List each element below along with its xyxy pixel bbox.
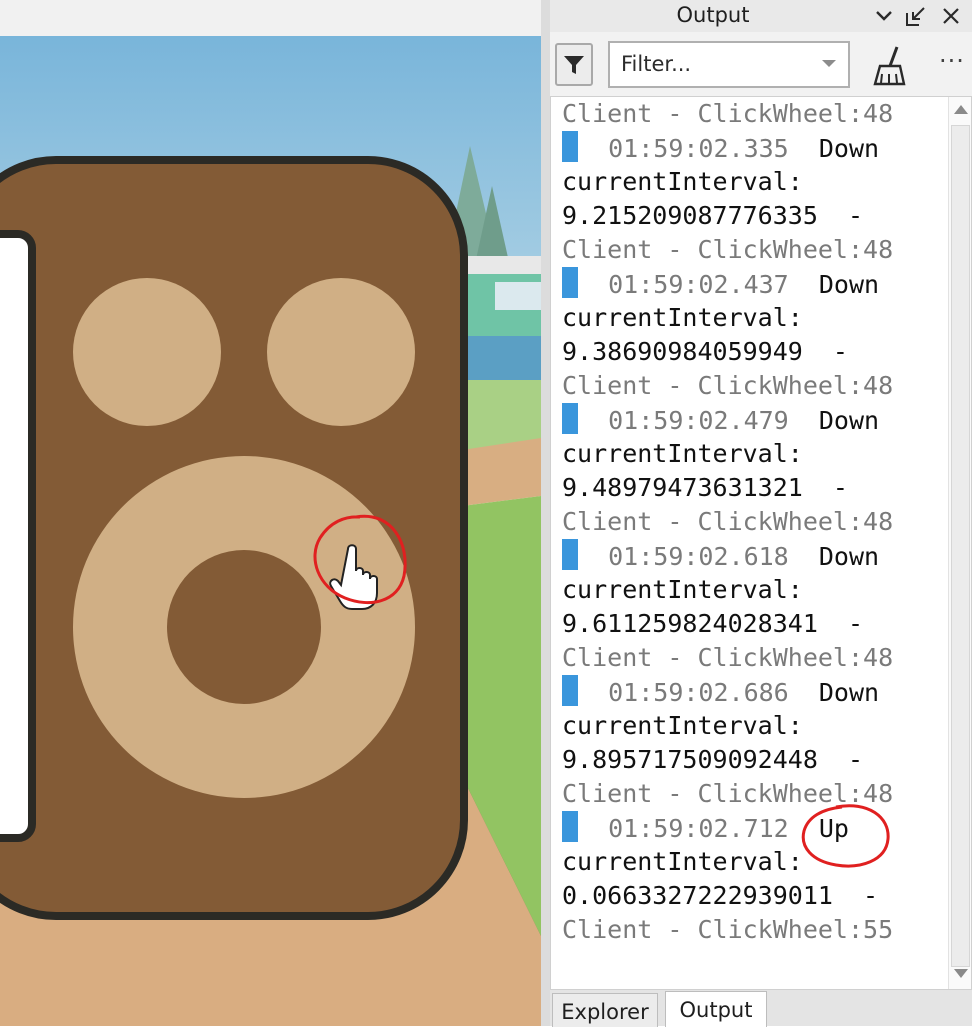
small-button-left [73,278,221,426]
log-text: currentInterval: [562,847,803,876]
log-entry: 01:59:02.712 Up [562,811,946,845]
log-timestamp: 01:59:02.618 [608,542,789,571]
log-timestamp: 01:59:02.335 [608,134,789,163]
log-timestamp: 01:59:02.437 [608,270,789,299]
log-marker-icon [562,675,578,706]
log-text: 9.611259824028341 - [562,609,864,638]
tab-output[interactable]: Output [665,991,767,1027]
undock-icon[interactable] [904,4,928,28]
log-text: currentInterval: [562,575,803,604]
building-window [495,282,541,310]
log-timestamp: 01:59:02.686 [608,678,789,707]
scroll-up-arrow-icon[interactable] [954,105,968,114]
log-entry: 01:59:02.437 Down [562,267,946,301]
log-marker-icon [562,811,578,842]
log-marker-icon [562,539,578,570]
panel-title: Output [676,3,750,27]
game-viewport[interactable] [0,36,541,1026]
panel-divider[interactable] [541,0,550,1026]
log-marker-icon [562,403,578,434]
more-options-icon[interactable]: ··· [938,49,966,79]
dirt-path [462,438,541,506]
log-source: Client - ClickWheel:48 [562,643,894,672]
log-text: 0.0663327222939011 - [562,881,879,910]
output-panel: Output Filter... ··· Client - ClickWheel… [550,0,972,1027]
close-icon[interactable] [939,4,963,28]
log-list: Client - ClickWheel:48 01:59:02.335 Down… [562,97,946,947]
white-screen [0,230,36,842]
log-marker-icon [562,131,578,162]
log-source: Client - ClickWheel:48 [562,507,894,536]
log-message: Down [818,134,880,163]
click-wheel-center [167,550,321,704]
chevron-down-icon[interactable] [872,4,896,28]
log-entry: 01:59:02.618 Down [562,539,946,573]
log-text: 9.215209087776335 - [562,201,864,230]
scroll-down-arrow-icon[interactable] [954,969,968,978]
filter-placeholder: Filter... [621,52,692,76]
log-marker-icon [562,267,578,298]
log-scrollbar[interactable] [948,97,971,989]
log-text: currentInterval: [562,711,803,740]
scroll-thumb[interactable] [951,125,970,967]
log-source: Client - ClickWheel:48 [562,235,894,264]
log-timestamp: 01:59:02.712 [608,814,789,843]
log-source: Client - ClickWheel:55 [562,915,894,944]
viewport-top-strip [0,0,541,36]
log-text: currentInterval: [562,303,803,332]
log-text: currentInterval: [562,439,803,468]
water [462,336,541,382]
log-message: Down [818,542,880,571]
output-log[interactable]: Client - ClickWheel:48 01:59:02.335 Down… [550,96,972,990]
output-toolbar: Filter... ··· [550,32,972,96]
log-text: currentInterval: [562,167,803,196]
log-entry: 01:59:02.335 Down [562,131,946,165]
log-message: Down [818,270,880,299]
filter-input[interactable]: Filter... [608,41,850,88]
log-text: 9.38690984059949 - [562,337,848,366]
log-entry: 01:59:02.686 Down [562,675,946,709]
game-scene [0,36,541,1026]
log-source: Client - ClickWheel:48 [562,371,894,400]
dropdown-arrow-icon[interactable] [822,60,836,67]
tab-explorer[interactable]: Explorer [552,993,658,1027]
grass-far [462,380,541,450]
log-message: Up [818,814,849,843]
clear-broom-icon[interactable] [870,46,908,86]
log-timestamp: 01:59:02.479 [608,406,789,435]
log-entry: 01:59:02.479 Down [562,403,946,437]
filter-toggle-button[interactable] [555,43,593,86]
filter-icon [564,55,584,74]
small-button-right [267,278,415,426]
log-text: 9.48979473631321 - [562,473,848,502]
log-message: Down [818,678,880,707]
log-message: Down [818,406,880,435]
log-text: 9.895717509092448 - [562,745,864,774]
panel-header: Output [550,0,972,32]
log-source: Client - ClickWheel:48 [562,779,894,808]
panel-tabbar: Explorer Output [550,990,972,1027]
log-source: Client - ClickWheel:48 [562,99,894,128]
